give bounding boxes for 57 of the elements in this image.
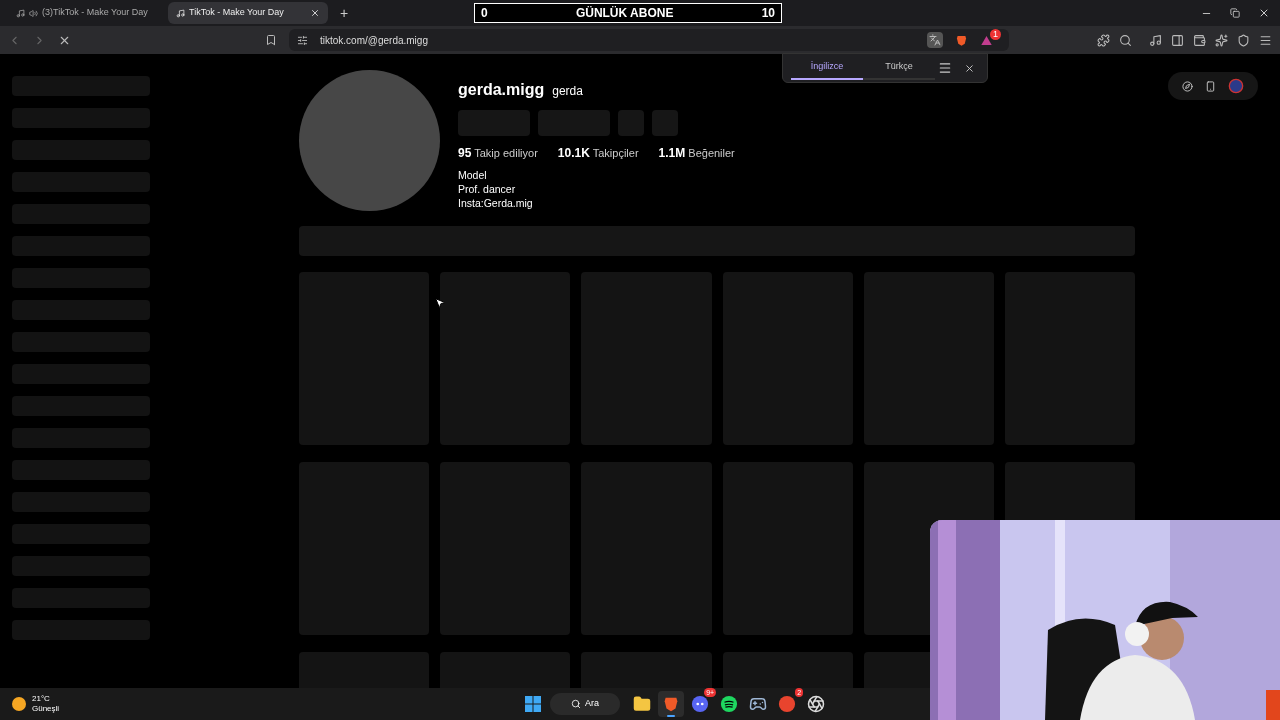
counter-start: 0 xyxy=(481,5,488,22)
cursor-icon xyxy=(434,296,446,310)
lion-shield-icon[interactable] xyxy=(955,33,968,47)
sun-icon xyxy=(12,697,26,711)
counter-label: GÜNLÜK ABONE xyxy=(575,5,674,22)
search-icon xyxy=(571,699,582,709)
nickname: gerda xyxy=(552,83,583,100)
menu-icon[interactable] xyxy=(938,61,952,75)
menu-icon[interactable] xyxy=(1259,33,1272,47)
address-bar[interactable]: tiktok.com/@gerda.migg 1 xyxy=(289,29,1009,51)
username: gerda.migg xyxy=(458,80,545,100)
shield-icon[interactable] xyxy=(1237,33,1250,47)
folder-icon xyxy=(633,695,652,713)
counter-goal: 10 xyxy=(761,5,775,22)
extensions-icon[interactable] xyxy=(1097,33,1110,47)
temperature: 21°C xyxy=(32,694,51,704)
language-tab[interactable]: İngilizce xyxy=(791,56,863,80)
sparkle-icon[interactable] xyxy=(1215,33,1228,47)
music-note-icon xyxy=(16,8,25,18)
language-tab[interactable]: Türkçe xyxy=(863,56,935,80)
aperture-icon xyxy=(807,695,826,713)
bio-line: Insta:Gerda.mig xyxy=(458,196,534,210)
stat-text: 10.1K Takipçiler xyxy=(557,145,639,162)
taskbar-search[interactable]: Ara xyxy=(550,693,621,715)
phone-icon[interactable] xyxy=(1205,80,1216,92)
search-icon[interactable] xyxy=(1119,33,1132,47)
bio-line: Prof. dancer xyxy=(458,182,517,196)
close-icon[interactable] xyxy=(310,8,320,18)
windows-icon[interactable] xyxy=(525,696,542,712)
stat-text: 95 Takip ediliyor xyxy=(458,145,538,162)
sidebar-icon[interactable] xyxy=(1171,33,1184,47)
stat-text: 1.1M Beğeniler xyxy=(658,145,735,162)
triangle-icon[interactable] xyxy=(980,33,993,47)
wallet-icon[interactable] xyxy=(1193,33,1206,47)
notification-badge: 1 xyxy=(990,28,1001,40)
game-controller-icon xyxy=(691,695,710,713)
close-icon[interactable] xyxy=(1258,7,1270,19)
bio-line: Model xyxy=(458,168,488,182)
music-note-icon xyxy=(176,8,185,18)
translate-icon[interactable] xyxy=(927,32,943,48)
sound-waves-icon xyxy=(720,695,739,713)
bookmark-icon[interactable] xyxy=(265,34,277,46)
browser-tab[interactable]: (3)TikTok - Make Your Day xyxy=(8,2,168,24)
music-note-icon[interactable] xyxy=(1149,33,1162,47)
site-settings-icon[interactable] xyxy=(297,34,308,46)
compass-icon[interactable] xyxy=(1182,80,1193,92)
weather-condition: Güneşli xyxy=(32,704,60,714)
gamepad-icon xyxy=(749,695,768,713)
close-icon[interactable] xyxy=(964,62,975,74)
new-tab-button[interactable]: + xyxy=(336,2,353,24)
tab-title: TikTok - Make Your Day xyxy=(189,6,285,20)
profile-avatar-icon[interactable] xyxy=(1228,78,1244,94)
browser-tab[interactable]: TikTok - Make Your Day xyxy=(168,2,328,24)
url-text: tiktok.com/@gerda.migg xyxy=(320,33,429,48)
restore-icon[interactable] xyxy=(1230,8,1240,18)
circle-logo-icon xyxy=(778,695,797,713)
tab-title: (3)TikTok - Make Your Day xyxy=(42,6,149,20)
